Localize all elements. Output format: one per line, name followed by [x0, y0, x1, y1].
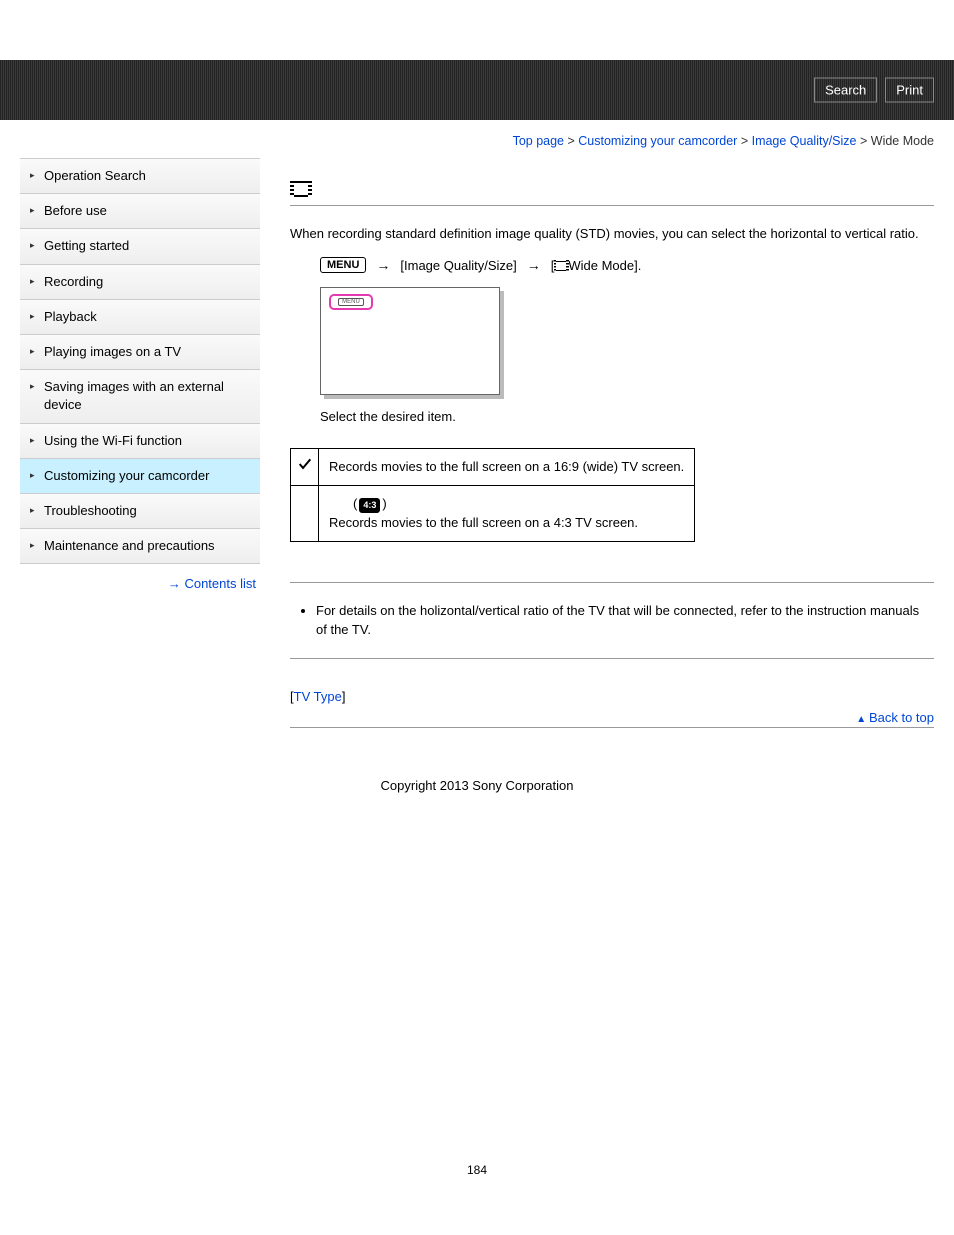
copyright-text: Copyright 2013 Sony Corporation — [0, 768, 954, 803]
sidebar-item-customizing[interactable]: Customizing your camcorder — [20, 459, 260, 493]
check-icon — [297, 456, 313, 472]
sidebar-item-wifi[interactable]: Using the Wi-Fi function — [20, 424, 260, 458]
page-title-row — [290, 178, 934, 206]
menu-highlight: MENU — [329, 294, 373, 310]
ratio-badge-icon: 4:3 — [359, 498, 380, 514]
option-desc: Records movies to the full screen on a 1… — [319, 449, 695, 486]
path-segment-2: [Wide Mode]. — [551, 258, 642, 273]
table-row: Records movies to the full screen on a 1… — [291, 449, 695, 486]
intro-text: When recording standard definition image… — [290, 224, 934, 244]
breadcrumb: Top page > Customizing your camcorder > … — [0, 120, 954, 158]
sidebar-item-maintenance[interactable]: Maintenance and precautions — [20, 529, 260, 563]
related-link-tv-type[interactable]: TV Type — [294, 689, 342, 704]
sidebar-item-playing-on-tv[interactable]: Playing images on a TV — [20, 335, 260, 369]
menu-badge-icon: MENU — [320, 257, 366, 273]
table-row: (4:3) Records movies to the full screen … — [291, 485, 695, 541]
instruction-text: Select the desired item. — [320, 409, 934, 424]
search-button[interactable]: Search — [814, 78, 877, 103]
menu-badge-icon: MENU — [338, 298, 364, 306]
notes-section: For details on the holizontal/vertical r… — [290, 582, 934, 659]
note-text: For details on the holizontal/vertical r… — [316, 601, 930, 640]
arrow-icon: → — [376, 257, 390, 273]
sidebar-item-playback[interactable]: Playback — [20, 300, 260, 334]
sidebar-item-recording[interactable]: Recording — [20, 265, 260, 299]
main-content: When recording standard definition image… — [290, 158, 934, 768]
print-button[interactable]: Print — [885, 78, 934, 103]
options-table: Records movies to the full screen on a 1… — [290, 448, 695, 542]
sidebar-item-operation-search[interactable]: Operation Search — [20, 159, 260, 193]
breadcrumb-link-top[interactable]: Top page — [513, 134, 564, 148]
nav-list: Operation Search Before use Getting star… — [20, 158, 260, 564]
default-check-cell — [291, 485, 319, 541]
sidebar-item-before-use[interactable]: Before use — [20, 194, 260, 228]
path-segment-1: [Image Quality/Size] — [400, 258, 516, 273]
sidebar-item-troubleshooting[interactable]: Troubleshooting — [20, 494, 260, 528]
film-icon — [290, 181, 312, 197]
breadcrumb-current: Wide Mode — [871, 134, 934, 148]
film-icon — [554, 261, 568, 271]
screen-illustration: MENU — [320, 287, 500, 395]
arrow-icon: → — [527, 257, 541, 273]
sidebar-item-saving-external[interactable]: Saving images with an external device — [20, 370, 260, 422]
default-check-cell — [291, 449, 319, 486]
back-to-top-link[interactable]: Back to top — [856, 710, 934, 725]
related-topic: [TV Type] — [290, 689, 934, 704]
sidebar-item-getting-started[interactable]: Getting started — [20, 229, 260, 263]
contents-list-link[interactable]: Contents list — [168, 576, 256, 591]
breadcrumb-link-customizing[interactable]: Customizing your camcorder — [578, 134, 737, 148]
header-bar: Search Print — [0, 60, 954, 120]
sidebar: Operation Search Before use Getting star… — [20, 158, 260, 768]
breadcrumb-link-image-quality[interactable]: Image Quality/Size — [752, 134, 857, 148]
option-desc: (4:3) Records movies to the full screen … — [319, 485, 695, 541]
menu-path: MENU → [Image Quality/Size] → [Wide Mode… — [320, 257, 934, 273]
page-number: 184 — [0, 803, 954, 1197]
